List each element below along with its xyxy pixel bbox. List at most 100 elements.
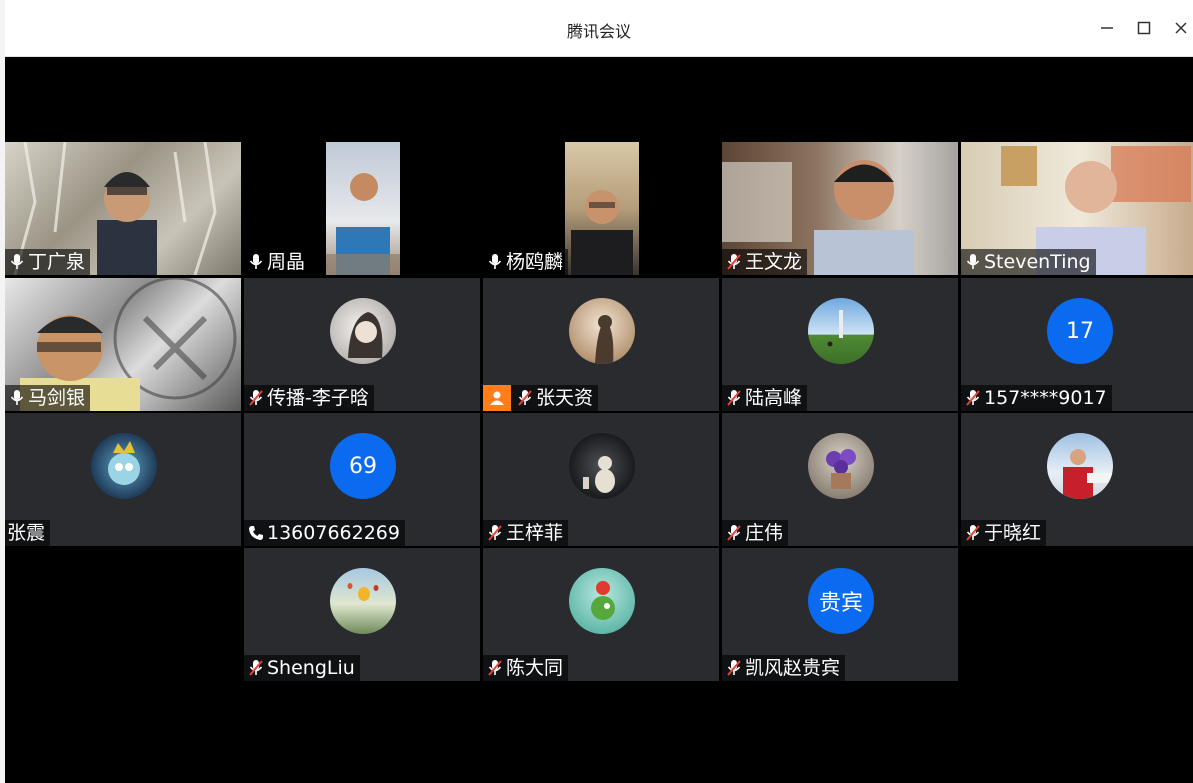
participant-nametag: 杨鸥麟 [483, 249, 569, 275]
avatar-image [826, 449, 856, 489]
participant-nametag: 张震 [5, 520, 51, 546]
participant-tile-ding[interactable]: 丁广泉 [5, 142, 241, 275]
participant-nametag: 丁广泉 [5, 249, 91, 275]
minimize-button[interactable] [1093, 14, 1121, 42]
participant-avatar [569, 568, 635, 634]
mic-muted-icon [485, 522, 505, 544]
participant-nametag: 张天资 [483, 385, 599, 411]
participant-tile-157[interactable]: 17 157****9017 [961, 278, 1193, 411]
minimize-icon [1101, 27, 1113, 29]
participant-nametag: 庄伟 [722, 520, 789, 546]
avatar-image [583, 456, 615, 493]
participant-tile-zhou[interactable]: 周晶 [244, 142, 480, 275]
participant-tile-kaifeng[interactable]: 贵宾 凯风赵贵宾 [722, 548, 958, 681]
participant-nametag: 马剑银 [5, 385, 91, 411]
close-button[interactable] [1167, 14, 1193, 42]
maximize-icon [1137, 21, 1151, 35]
maximize-button[interactable] [1130, 14, 1158, 42]
avatar-image [108, 441, 140, 485]
mic-on-icon [485, 251, 505, 273]
participant-name: 13607662269 [267, 522, 400, 544]
participant-avatar [330, 298, 396, 364]
mic-muted-icon [724, 251, 744, 273]
participant-nametag: 157****9017 [961, 385, 1112, 411]
mic-muted-icon [485, 657, 505, 679]
mic-muted-icon [246, 657, 266, 679]
participant-tile-ma[interactable]: 马剑银 [5, 278, 241, 411]
participant-nametag: 于晓红 [961, 520, 1047, 546]
participant-avatar: 69 [330, 433, 396, 499]
participant-tile-yu[interactable]: 于晓红 [961, 413, 1193, 546]
participant-tile-zhuang[interactable]: 庄伟 [722, 413, 958, 546]
participant-name: 陆高峰 [745, 387, 803, 409]
participant-nametag: 周晶 [244, 249, 311, 275]
participant-name: 张震 [7, 522, 46, 544]
participant-nametag: 凯风赵贵宾 [722, 655, 846, 681]
participant-tile-zhang-tianzi[interactable]: 张天资 [483, 278, 719, 411]
participant-name: 丁广泉 [28, 251, 86, 273]
mic-on-icon [246, 251, 266, 273]
mic-on-icon [7, 251, 27, 273]
participant-nametag: 传播-李子晗 [244, 385, 374, 411]
participant-tile-13607662269[interactable]: 69 13607662269 [244, 413, 480, 546]
participant-avatar [569, 433, 635, 499]
participant-tile-lu[interactable]: 陆高峰 [722, 278, 958, 411]
participant-tile-steventing[interactable]: StevenTing [961, 142, 1193, 275]
participant-tile-wang-wenlong[interactable]: 王文龙 [722, 142, 958, 275]
screen-share-icon [483, 385, 511, 411]
participant-avatar [91, 433, 157, 499]
participant-avatar [1047, 433, 1113, 499]
participant-name: 王文龙 [745, 251, 803, 273]
mic-muted-icon [724, 657, 744, 679]
participant-nametag: StevenTing [961, 249, 1096, 275]
participant-name: 庄伟 [745, 522, 784, 544]
phone-icon [246, 522, 266, 544]
video-feed [565, 142, 639, 275]
avatar-image [348, 312, 383, 358]
video-feed [326, 142, 400, 275]
participant-avatar [808, 298, 874, 364]
participant-name: ShengLiu [267, 657, 355, 679]
participant-tile-wang-zifei[interactable]: 王梓菲 [483, 413, 719, 546]
participant-avatar [330, 568, 396, 634]
participant-nametag: 王梓菲 [483, 520, 569, 546]
mic-muted-icon [963, 522, 983, 544]
avatar-image [591, 581, 615, 620]
participant-name: 张天资 [536, 387, 594, 409]
meeting-window: 腾讯会议 丁广泉 周晶 杨鸥麟 王文龙 StevenTing 马剑银 传播-李子… [5, 0, 1193, 783]
participant-tile-chen[interactable]: 陈大同 [483, 548, 719, 681]
participant-nametag: 王文龙 [722, 249, 808, 275]
mic-muted-icon [724, 387, 744, 409]
video-frame-image [326, 173, 400, 275]
participant-avatar [569, 298, 635, 364]
participant-nametag: 陆高峰 [722, 385, 808, 411]
participant-nametag: ShengLiu [244, 655, 360, 681]
window-title: 腾讯会议 [566, 22, 631, 41]
participant-name: StevenTing [984, 251, 1091, 273]
participant-name: 传播-李子晗 [267, 387, 369, 409]
title-bar: 腾讯会议 [5, 0, 1193, 57]
avatar-image [827, 310, 843, 347]
mic-muted-icon [246, 387, 266, 409]
participant-name: 马剑银 [28, 387, 86, 409]
participant-nametag: 13607662269 [244, 520, 405, 546]
mic-muted-icon [963, 387, 983, 409]
participant-tile-li-zihan[interactable]: 传播-李子晗 [244, 278, 480, 411]
participant-avatar: 17 [1047, 298, 1113, 364]
participant-tile-zhang-zhen[interactable]: 张震 [5, 413, 241, 546]
mic-muted-icon [724, 522, 744, 544]
participant-name: 周晶 [267, 251, 306, 273]
avatar-image [595, 315, 614, 364]
participant-tile-yang[interactable]: 杨鸥麟 [483, 142, 719, 275]
avatar-image [1063, 449, 1113, 499]
participant-name: 157****9017 [984, 387, 1107, 409]
mic-on-icon [7, 387, 27, 409]
participant-nametag: 陈大同 [483, 655, 569, 681]
mic-muted-icon [515, 387, 535, 409]
participant-name: 陈大同 [506, 657, 564, 679]
participant-tile-shengliu[interactable]: ShengLiu [244, 548, 480, 681]
participant-avatar [808, 433, 874, 499]
participant-name: 杨鸥麟 [506, 251, 564, 273]
mic-on-icon [963, 251, 983, 273]
participant-name: 于晓红 [984, 522, 1042, 544]
